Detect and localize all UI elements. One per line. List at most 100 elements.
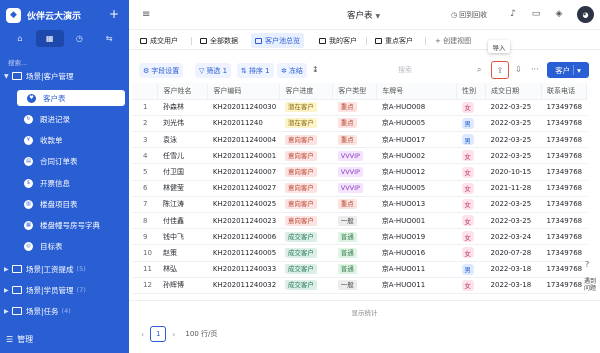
tab-customer-pool[interactable]: 客户池总览	[251, 33, 304, 48]
table-row[interactable]: 2 刘光伟 KH202011240 潜在客户 重点 京A-HUO005 男 2022-03-2…	[132, 115, 587, 133]
type-cell[interactable]: VVVIP	[332, 147, 377, 165]
table-cell[interactable]: 京A-HUO005	[376, 180, 457, 197]
progress-cell[interactable]: 潜在客户	[279, 115, 333, 133]
download-icon[interactable]: ⇩	[515, 65, 522, 74]
table-cell[interactable]: 2022-03-25	[485, 212, 542, 230]
feedback-button[interactable]: 遇到问题	[583, 278, 597, 292]
table-cell[interactable]: 2022-03-25	[485, 196, 542, 214]
table-cell[interactable]: KH202011240	[207, 115, 280, 133]
type-cell[interactable]: 普通	[332, 261, 377, 278]
table-cell[interactable]: KH202011240007	[207, 163, 280, 181]
type-cell[interactable]: 一般	[332, 212, 377, 230]
table-cell[interactable]: 京A-HUO017	[376, 131, 457, 149]
type-cell[interactable]: 重点	[332, 99, 377, 116]
table-cell[interactable]: 袁泳	[157, 131, 208, 149]
table-cell[interactable]: 京A-HUO013	[376, 196, 457, 214]
progress-cell[interactable]: 成交客户	[279, 244, 333, 262]
table-cell[interactable]: 付卫国	[157, 163, 208, 181]
prev-page-icon[interactable]: ‹	[141, 330, 144, 339]
tab-all-data[interactable]: 全部数据	[196, 33, 242, 48]
search-input[interactable]: 搜索	[394, 63, 490, 77]
clock-icon[interactable]: ◷	[66, 30, 94, 47]
table-cell[interactable]: 京A-HUO019	[376, 228, 457, 246]
column-header[interactable]: 客户姓名	[157, 83, 209, 100]
type-cell[interactable]: 一般	[332, 277, 377, 294]
field-settings-button[interactable]: ⚙ 字段设置	[139, 63, 184, 78]
table-row[interactable]: 10 赵策 KH202011240005 成交客户 普通 京A-HUO016 女 2020-0…	[132, 244, 587, 262]
table-cell[interactable]: 付佳鑫	[157, 212, 208, 230]
table-row[interactable]: 6 林健莹 KH202011240027 意向客户 VVVIP 京A-HUO005 女 202…	[132, 180, 587, 197]
progress-cell[interactable]: 成交客户	[279, 228, 333, 246]
type-cell[interactable]: 重点	[332, 115, 377, 133]
type-cell[interactable]: 普通	[332, 244, 377, 262]
progress-cell[interactable]: 成交客户	[279, 277, 333, 294]
nav-group-salary[interactable]: ▶ 场景|工资提成 (5)	[0, 261, 129, 277]
add-customer-button[interactable]: 客户 ▾	[547, 62, 589, 78]
table-row[interactable]: 4 任雪儿 KH202011240001 意向客户 VVVIP 京A-HUO002 女 202…	[132, 147, 587, 165]
gender-cell[interactable]: 女	[456, 244, 486, 262]
table-cell[interactable]: 17349768	[541, 147, 587, 165]
table-cell[interactable]: 17349768	[541, 196, 587, 214]
table-cell[interactable]: 17349768	[541, 212, 587, 230]
nav-group-customer[interactable]: ▼ 场景|客户管理	[0, 68, 129, 84]
progress-cell[interactable]: 意向客户	[279, 131, 333, 149]
table-cell[interactable]: KH202011240023	[207, 212, 280, 230]
table-cell[interactable]: 2022-03-25	[485, 99, 542, 116]
table-cell[interactable]: 17349768	[541, 99, 587, 116]
sort-button[interactable]: ⇅ 排序 1	[237, 63, 274, 78]
progress-cell[interactable]: 意向客户	[279, 147, 333, 165]
table-cell[interactable]: KH202011240004	[207, 131, 280, 149]
table-cell[interactable]: 17349768	[541, 277, 587, 294]
nav-group-task[interactable]: ▶ 场景|任务 (4)	[0, 303, 129, 319]
tab-my-customers[interactable]: 我的客户	[315, 33, 361, 48]
table-cell[interactable]: 2022-03-25	[485, 147, 542, 165]
row-height-icon[interactable]: ↨	[312, 65, 319, 74]
table-cell[interactable]: 孙森林	[157, 99, 208, 116]
briefcase-icon[interactable]: ▭	[530, 8, 542, 20]
table-row[interactable]: 3 袁泳 KH202011240004 意向客户 重点 京A-HUO017 男 2022-03…	[132, 131, 587, 149]
type-cell[interactable]: 重点	[332, 131, 377, 149]
gender-cell[interactable]: 女	[456, 196, 486, 214]
table-cell[interactable]: 2022-03-18	[485, 277, 542, 294]
table-cell[interactable]: 2021-11-28	[485, 180, 542, 197]
table-cell[interactable]: 京A-HUO002	[376, 147, 457, 165]
table-cell[interactable]: 17349768	[541, 115, 587, 133]
filter-button[interactable]: ▽ 筛选 1	[195, 63, 232, 78]
table-cell[interactable]: KH202011240032	[207, 277, 280, 294]
table-cell[interactable]: 任雪儿	[157, 147, 208, 165]
progress-cell[interactable]: 成交客户	[279, 261, 333, 278]
bell-icon[interactable]: ♪	[507, 8, 519, 20]
table-cell[interactable]: KH202011240033	[207, 261, 280, 278]
sidebar-item-followup[interactable]: ↻ 跟进记录	[14, 111, 124, 127]
sidebar-item-receipt[interactable]: ¥ 收款单	[14, 132, 124, 148]
help-icon[interactable]: ?	[585, 260, 589, 269]
sidebar-item-invoice[interactable]: $ 开票信息	[14, 175, 124, 191]
search-icon[interactable]: ⌕	[477, 65, 481, 75]
chevron-down-icon[interactable]: ▾	[577, 66, 581, 75]
progress-cell[interactable]: 潜在客户	[279, 99, 333, 116]
menu-icon[interactable]: ≡	[142, 9, 150, 20]
next-page-icon[interactable]: ›	[172, 330, 175, 339]
table-cell[interactable]: 2020-10-15	[485, 163, 542, 181]
sidebar-item-customer-table[interactable]: ♥ 客户表	[17, 90, 125, 106]
home-icon[interactable]: ⌂	[6, 30, 34, 47]
table-cell[interactable]: KH202011240027	[207, 180, 280, 197]
table-cell[interactable]: KH202011240006	[207, 228, 280, 246]
gender-cell[interactable]: 女	[456, 212, 486, 230]
table-row[interactable]: 7 陈江涛 KH202011240025 意向客户 重点 京A-HUO013 女 2022-0…	[132, 196, 587, 214]
flow-icon[interactable]: ⇆	[95, 30, 123, 47]
table-cell[interactable]: 林弘	[157, 261, 208, 278]
table-cell[interactable]: 林健莹	[157, 180, 208, 197]
freeze-button[interactable]: ✲ 冻结	[277, 63, 307, 78]
progress-cell[interactable]: 意向客户	[279, 196, 333, 214]
table-row[interactable]: 8 付佳鑫 KH202011240023 意向客户 一般 京A-HUO001 女 2022-0…	[132, 212, 587, 230]
add-icon[interactable]: +	[109, 7, 119, 21]
gender-cell[interactable]: 女	[456, 147, 486, 165]
gender-cell[interactable]: 女	[456, 228, 486, 246]
manage-button[interactable]: ☰ 管理	[6, 334, 33, 345]
gender-cell[interactable]: 男	[456, 131, 486, 149]
table-cell[interactable]: 京A-HUO001	[376, 212, 457, 230]
table-cell[interactable]: 陈江涛	[157, 196, 208, 214]
table-cell[interactable]: 京A-HUO011	[376, 261, 457, 278]
table-cell[interactable]: 17349768	[541, 131, 587, 149]
